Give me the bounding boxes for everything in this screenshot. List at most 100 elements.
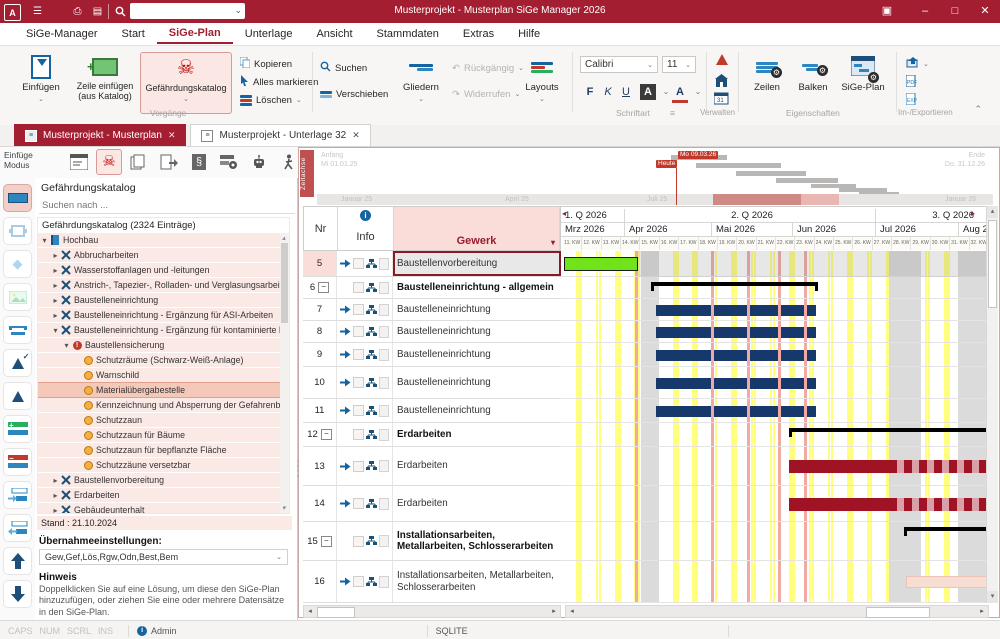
gantt-chart-area[interactable] [561, 251, 989, 603]
task-bar-navy[interactable] [781, 406, 804, 417]
add-row-button[interactable]: + [3, 415, 32, 443]
menu-tab-stammdaten[interactable]: Stammdaten [365, 25, 451, 43]
close-tab-icon[interactable]: ✕ [168, 130, 176, 141]
export-file-button[interactable]: EXP [906, 92, 917, 108]
tree-chevron-icon[interactable]: ▸ [51, 476, 60, 485]
loeschen-button[interactable]: Löschen⌄ [240, 92, 302, 108]
collapse-icon[interactable]: − [318, 282, 329, 293]
summary-bracket-button[interactable] [3, 316, 32, 344]
tree-item[interactable]: Schutzzaun für Bäume [38, 428, 289, 442]
zeilen-properties-button[interactable]: ⚙ Zeilen [746, 52, 788, 114]
move-up-button[interactable] [3, 547, 32, 575]
row-checkbox[interactable] [353, 349, 364, 360]
month-header[interactable]: Mrz 2026 [561, 223, 625, 237]
task-bar-red[interactable] [789, 460, 889, 473]
row-checkbox[interactable] [353, 498, 364, 509]
task-bar-navy[interactable] [714, 350, 747, 361]
table-row[interactable]: 5Baustellenvorbereitung [303, 251, 561, 277]
menu-tab-hilfe[interactable]: Hilfe [506, 25, 552, 43]
overview-viewport-ext[interactable] [801, 194, 839, 205]
export-page-button[interactable] [156, 149, 182, 175]
task-bar-navy[interactable] [750, 305, 778, 316]
month-header[interactable]: Apr 2026 [625, 223, 712, 237]
task-bar-navy[interactable] [750, 378, 778, 389]
indent-row-button[interactable] [3, 481, 32, 509]
widerrufen-button[interactable]: ↷Widerrufen⌄ [452, 86, 520, 102]
task-bar-red-striped[interactable] [889, 498, 988, 511]
maximize-button[interactable]: □ [942, 3, 968, 20]
task-bar-navy[interactable] [656, 406, 711, 417]
gewerk-cell[interactable]: Baustellenvorbereitung [393, 251, 561, 276]
tree-chevron-icon[interactable]: ▸ [51, 281, 60, 290]
building-button[interactable] [714, 74, 729, 90]
column-header-nr[interactable]: Nr [304, 207, 338, 250]
paragraph-button[interactable]: § [186, 149, 212, 175]
alles-markieren-button[interactable]: Alles markieren [240, 74, 318, 90]
sige-plan-properties-button[interactable]: ⚙ SiGe-Plan [838, 52, 888, 114]
close-tab-icon[interactable]: ✕ [352, 130, 360, 141]
row-info-cell[interactable] [337, 367, 393, 398]
month-header[interactable]: Jul 2026 [876, 223, 959, 237]
summary-bar[interactable] [904, 527, 989, 531]
row-info-cell[interactable] [337, 277, 393, 298]
close-button[interactable]: ✕ [972, 3, 998, 20]
timeline-nav-right-icon[interactable]: ▸ [971, 209, 975, 218]
copy-pages-button[interactable] [126, 149, 152, 175]
summary-bar[interactable] [789, 428, 989, 432]
catalog-search-input[interactable] [39, 198, 295, 214]
row-info-cell[interactable] [337, 423, 393, 446]
menu-tab-unterlage[interactable]: Unterlage [233, 25, 305, 43]
gewerk-cell[interactable]: Erdarbeiten [393, 447, 561, 485]
list-quick-icon[interactable]: ☰ [30, 4, 45, 19]
panel-toggle-button[interactable]: ▣ [874, 3, 900, 20]
row-checkbox[interactable] [353, 377, 364, 388]
task-bar-navy[interactable] [807, 305, 816, 316]
minimize-button[interactable]: – [912, 3, 938, 20]
table-row[interactable]: 16Installationsarbeiten, Metallarbeiten,… [303, 561, 561, 603]
export-pdf-button[interactable]: PDF [906, 74, 917, 90]
zeile-einfuegen-button[interactable]: + Zeile einfügen (aus Katalog) [74, 52, 136, 114]
table-row[interactable]: 6−Baustelleneinrichtung - allgemein [303, 277, 561, 299]
einfuegen-button[interactable]: Einfügen⌄ [10, 52, 72, 114]
task-bar-navy[interactable] [781, 305, 804, 316]
table-row[interactable]: 14Erdarbeiten [303, 486, 561, 522]
timeline-overview-band[interactable]: Januar 25April 25Juli 25Januar 26 [317, 194, 993, 205]
table-row[interactable]: 8Baustelleneinrichtung [303, 321, 561, 343]
row-number-cell[interactable]: 7 [303, 299, 337, 320]
tree-chevron-icon[interactable]: ▸ [51, 311, 60, 320]
gewerk-cell[interactable]: Erdarbeiten [393, 423, 561, 446]
task-bar-red-striped[interactable] [889, 460, 988, 473]
tree-item[interactable]: ▸Wasserstoffanlagen und -leitungen [38, 263, 289, 277]
task-bar-navy[interactable] [750, 327, 778, 338]
row-number-cell[interactable]: 11 [303, 399, 337, 422]
font-color-chevron-icon[interactable]: ⌄ [690, 84, 706, 100]
gewerk-cell[interactable]: Baustelleneinrichtung - allgemein [393, 277, 561, 298]
task-bar-navy[interactable] [781, 378, 804, 389]
task-bar-navy[interactable] [807, 406, 816, 417]
task-bar-navy[interactable] [807, 350, 816, 361]
scroll-right-icon[interactable]: ▸ [548, 606, 560, 617]
robot-button[interactable] [246, 149, 272, 175]
gewerk-cell[interactable]: Baustelleneinrichtung [393, 399, 561, 422]
task-bar-navy[interactable] [781, 350, 804, 361]
underline-button[interactable]: U [618, 84, 634, 100]
menu-tab-ansicht[interactable]: Ansicht [304, 25, 364, 43]
cone-manage-button[interactable] [716, 54, 728, 65]
row-checkbox[interactable] [353, 326, 364, 337]
document-tab[interactable]: ≡Musterprojekt - Musterplan✕ [14, 124, 186, 146]
outdent-row-button[interactable] [3, 514, 32, 542]
tree-item[interactable]: ▸Baustellenvorbereitung [38, 473, 289, 487]
gewerk-cell[interactable]: Baustelleneinrichtung [393, 343, 561, 366]
tree-chevron-icon[interactable]: ▸ [51, 506, 60, 515]
frame-button[interactable] [3, 217, 32, 245]
row-info-cell[interactable] [337, 486, 393, 521]
table-row[interactable]: 7Baustelleneinrichtung [303, 299, 561, 321]
tree-item[interactable]: Warnschild [38, 368, 289, 382]
tree-item[interactable]: Schutzzäune versetzbar [38, 458, 289, 472]
panel-splitter[interactable] [296, 460, 300, 500]
task-bar-navy[interactable] [750, 406, 778, 417]
summary-bar[interactable] [651, 282, 818, 286]
task-bar-navy[interactable] [656, 305, 711, 316]
printer-icon[interactable]: ⎙ [70, 4, 85, 19]
cone-button[interactable] [3, 382, 32, 410]
